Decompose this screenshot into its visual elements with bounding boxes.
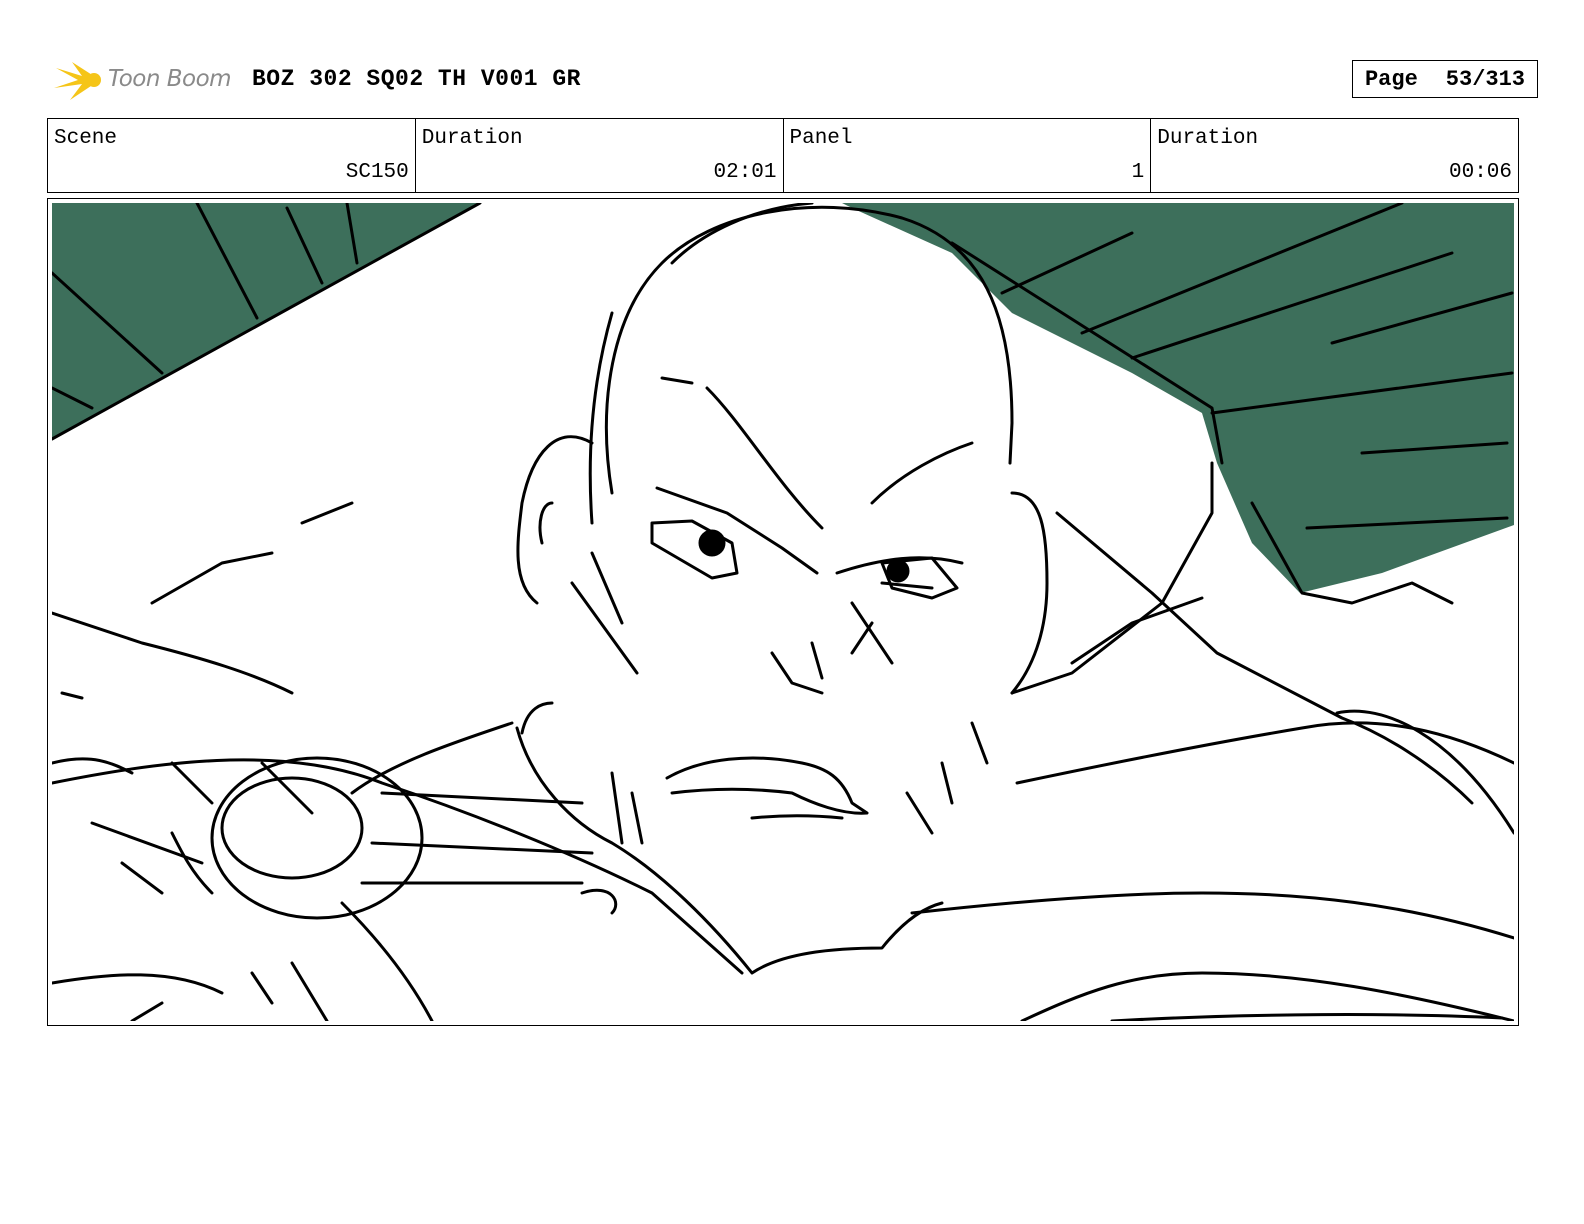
scene-duration-cell: Duration 02:01 (416, 119, 784, 192)
page-label: Page (1364, 66, 1418, 92)
panel-duration-value: 00:06 (1448, 161, 1512, 184)
panel-info-table: Scene SC150 Duration 02:01 Panel 1 Durat… (47, 118, 1519, 193)
scene-duration-label: Duration (421, 127, 523, 150)
panel-cell: Panel 1 (784, 119, 1152, 192)
panel-duration-label: Duration (1157, 127, 1259, 150)
page-number: 53/313 (1445, 66, 1526, 92)
toon-boom-logo: Toon Boom (52, 58, 242, 102)
page-header: Toon Boom BOZ 302 SQ02 TH V001 GR Page 5… (48, 54, 1538, 104)
green-background-right (842, 203, 1514, 593)
storyboard-sketch (52, 203, 1514, 1021)
panel-value: 1 (1131, 161, 1145, 184)
scene-label: Scene (54, 127, 118, 150)
storyboard-panel (47, 198, 1519, 1026)
page-indicator: Page 53/313 (1352, 60, 1538, 98)
scene-value: SC150 (345, 161, 409, 184)
scene-cell: Scene SC150 (48, 119, 416, 192)
logo-text: Toon Boom (108, 66, 232, 92)
panel-label: Panel (789, 127, 853, 150)
scene-duration-value: 02:01 (713, 161, 777, 184)
document-title: BOZ 302 SQ02 TH V001 GR (252, 66, 581, 92)
logo-burst-icon (54, 62, 101, 100)
panel-duration-cell: Duration 00:06 (1151, 119, 1518, 192)
